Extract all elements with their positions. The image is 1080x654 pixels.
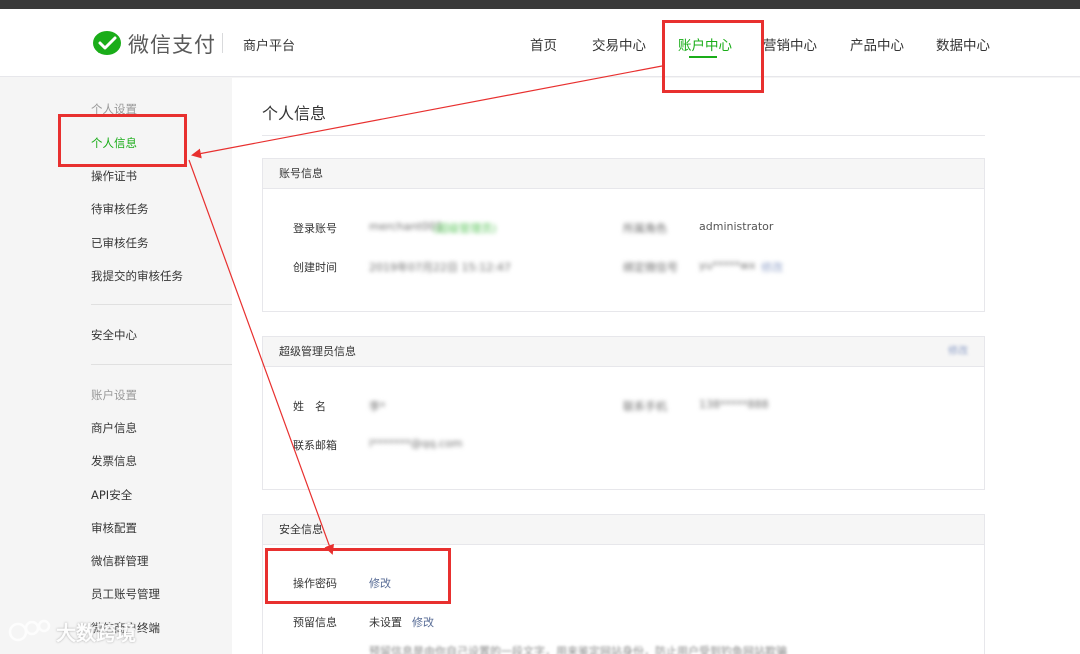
- sidebar-group-personal: 个人设置: [91, 102, 137, 116]
- admin-modify-link[interactable]: 修改: [948, 337, 968, 367]
- sidebar-item-wechat-group[interactable]: 微信群管理: [91, 553, 149, 569]
- sidebar-item-personal-info[interactable]: 个人信息: [91, 135, 137, 151]
- sidebar-divider: [91, 304, 232, 305]
- main-content: 个人信息 账号信息 登录账号 merchant001 (超级管理员) 所属角色 …: [232, 78, 1080, 654]
- sidebar-item-pending-tasks[interactable]: 待审核任务: [91, 201, 149, 217]
- main-nav: 首页 交易中心 账户中心 营销中心 产品中心 数据中心: [0, 34, 1080, 64]
- sidebar: 个人设置 个人信息 操作证书 待审核任务 已审核任务 我提交的审核任务 安全中心…: [0, 78, 232, 654]
- bind-wechat-modify-link[interactable]: 修改: [761, 259, 783, 275]
- sidebar-group-account: 账户设置: [91, 388, 137, 402]
- watermark-text: 大数跨境: [56, 620, 136, 645]
- nav-marketing-center[interactable]: 营销中心: [763, 34, 817, 54]
- bind-wechat-label: 绑定微信号: [623, 261, 678, 274]
- security-panel-title: 安全信息: [263, 515, 984, 545]
- sidebar-item-api-security[interactable]: API安全: [91, 487, 132, 503]
- login-account-value: merchant001: [369, 220, 443, 233]
- admin-panel-header: 超级管理员信息 修改: [263, 337, 984, 367]
- nav-home[interactable]: 首页: [530, 34, 557, 54]
- account-info-panel: 账号信息 登录账号 merchant001 (超级管理员) 所属角色 admin…: [262, 158, 985, 312]
- watermark-logo-icon: [8, 619, 51, 642]
- reserve-info-label: 预留信息: [293, 616, 337, 629]
- admin-email-value: l*******@qq.com: [369, 437, 463, 450]
- sidebar-item-certificate[interactable]: 操作证书: [91, 168, 137, 184]
- admin-panel-title: 超级管理员信息: [279, 345, 356, 358]
- watermark: 大数跨境: [8, 616, 136, 646]
- sidebar-item-invoice-info[interactable]: 发票信息: [91, 453, 137, 469]
- super-admin-panel: 超级管理员信息 修改 姓 名 李* 联系手机 138*****888 联系邮箱 …: [262, 336, 985, 490]
- role-value: administrator: [699, 220, 774, 233]
- role-label: 所属角色: [623, 222, 667, 235]
- admin-name-value: 李*: [369, 400, 386, 413]
- created-time-label: 创建时间: [293, 261, 337, 274]
- reserve-info-description: 预留信息是由你自己设置的一段文字，用来鉴定网站身份，防止用户受到钓鱼网站欺骗: [369, 645, 787, 654]
- nav-data-center[interactable]: 数据中心: [936, 34, 990, 54]
- browser-top-strip: [0, 0, 1080, 9]
- account-panel-title: 账号信息: [263, 159, 984, 189]
- page-title: 个人信息: [262, 104, 327, 123]
- sidebar-item-submitted-tasks[interactable]: 我提交的审核任务: [91, 268, 183, 284]
- admin-phone-label: 联系手机: [623, 400, 667, 413]
- admin-phone-value: 138*****888: [699, 398, 769, 411]
- sidebar-item-staff-accounts[interactable]: 员工账号管理: [91, 586, 160, 602]
- nav-trade-center[interactable]: 交易中心: [592, 34, 646, 54]
- sidebar-item-security-center[interactable]: 安全中心: [91, 327, 137, 343]
- reserve-info-modify-link[interactable]: 修改: [412, 614, 434, 630]
- security-info-panel: 安全信息 操作密码 修改 预留信息 未设置 修改 预留信息是由你自己设置的一段文…: [262, 514, 985, 654]
- login-account-label: 登录账号: [293, 222, 337, 235]
- bind-wechat-value: yu*****wx: [699, 259, 756, 272]
- top-header: 微信支付 商户平台 首页 交易中心 账户中心 营销中心 产品中心 数据中心: [0, 9, 1080, 77]
- nav-active-underline: [689, 56, 717, 58]
- nav-product-center[interactable]: 产品中心: [850, 34, 904, 54]
- operation-password-modify-link[interactable]: 修改: [369, 575, 391, 591]
- nav-account-center[interactable]: 账户中心: [678, 34, 732, 54]
- sidebar-item-review-config[interactable]: 审核配置: [91, 520, 137, 536]
- title-divider: [262, 135, 985, 136]
- login-account-badge: (超级管理员): [433, 222, 497, 235]
- admin-name-label: 姓 名: [293, 400, 326, 413]
- operation-password-label: 操作密码: [293, 577, 337, 590]
- sidebar-divider: [91, 364, 232, 365]
- sidebar-item-reviewed-tasks[interactable]: 已审核任务: [91, 235, 149, 251]
- created-time-value: 2019年07月22日 15:12:47: [369, 261, 511, 274]
- admin-email-label: 联系邮箱: [293, 439, 337, 452]
- sidebar-item-merchant-info[interactable]: 商户信息: [91, 420, 137, 436]
- reserve-info-value: 未设置: [369, 616, 402, 629]
